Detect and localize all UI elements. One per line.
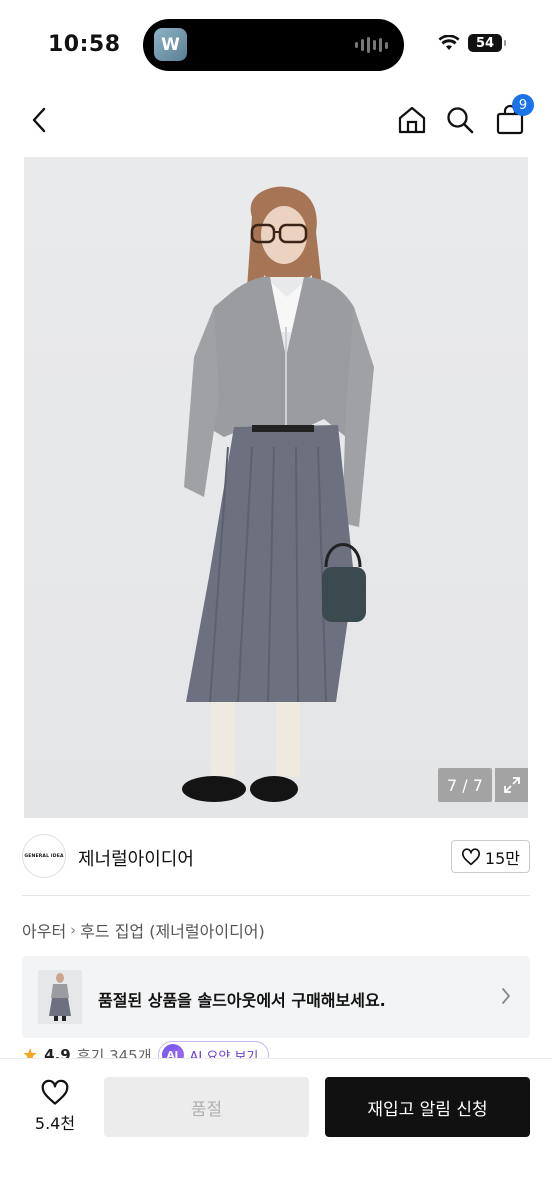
brand-row[interactable]: GENERAL IDEA 제너럴아이디어 15만 [22,834,530,880]
divider [22,895,530,896]
status-bar: 10:58 W 54 [0,0,552,90]
product-image-carousel[interactable]: 7 / 7 [24,157,528,818]
expand-icon [503,777,520,793]
soldout-marketplace-banner[interactable]: 품절된 상품을 솔드아웃에서 구매해보세요. [22,956,530,1038]
banner-thumbnail [38,970,82,1024]
brand-logo[interactable]: GENERAL IDEA [22,834,66,878]
back-icon [32,107,46,133]
wishlist-count: 5.4천 [34,1114,76,1133]
breadcrumb: 아우터 › 후드 집업 (제너럴아이디어) [22,918,265,942]
bottom-action-bar: 5.4천 품절 재입고 알림 신청 [0,1058,552,1200]
battery-indicator: 54 [468,34,506,52]
image-counter: 7 / 7 [438,768,492,802]
brand-like-count: 15만 [484,848,520,868]
heart-icon [461,847,480,865]
home-icon [398,106,426,134]
brand-name[interactable]: 제너럴아이디어 [78,845,194,871]
wifi-icon [438,35,460,50]
chevron-right-icon [502,988,511,1004]
wishlist-button[interactable]: 5.4천 [26,1079,84,1134]
status-indicators: 54 [438,34,506,52]
product-photo [182,186,374,802]
chevron-right-icon: › [70,921,77,939]
cart-count-badge: 9 [512,94,534,116]
back-button[interactable] [20,100,60,140]
soldout-button: 품절 [104,1077,309,1137]
home-button[interactable] [392,100,432,140]
dynamic-island: W [143,19,404,71]
audio-wave-icon [355,37,388,53]
breadcrumb-category[interactable]: 아우터 [22,918,66,942]
breadcrumb-subcategory[interactable]: 후드 집업 (제너럴아이디어) [80,918,265,942]
banner-text: 품절된 상품을 솔드아웃에서 구매해보세요. [98,991,386,1010]
expand-image-button[interactable] [495,768,528,802]
search-icon [447,107,474,134]
top-navigation: 9 [0,94,552,148]
restock-alert-button[interactable]: 재입고 알림 신청 [325,1077,530,1137]
live-activity-app-icon: W [154,28,187,61]
status-time: 10:58 [48,32,121,57]
search-button[interactable] [440,100,480,140]
heart-icon [41,1079,69,1105]
cart-button[interactable]: 9 [490,94,534,140]
brand-like-button[interactable]: 15만 [450,840,530,873]
